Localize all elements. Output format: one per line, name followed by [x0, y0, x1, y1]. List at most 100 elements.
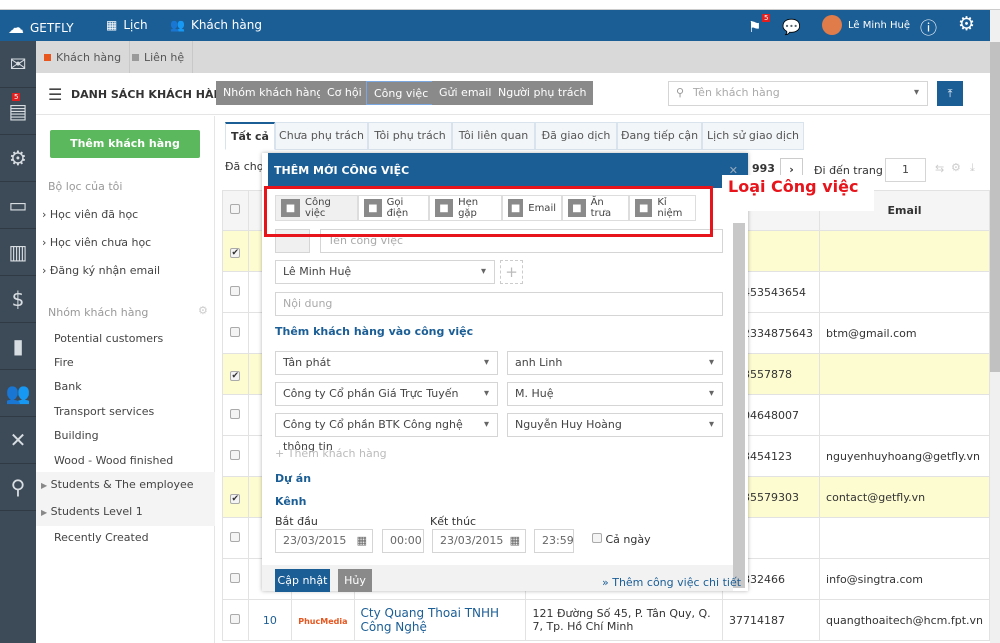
customer-company-select[interactable]: Tân phát: [275, 351, 498, 375]
row-checkbox-cell[interactable]: [222, 558, 249, 600]
modal-scrollbar[interactable]: [733, 223, 745, 588]
rail-search[interactable]: ⚲: [0, 464, 36, 511]
row-checkbox-cell[interactable]: [222, 271, 249, 313]
group-item-expandable[interactable]: ▶ Students & The employee: [41, 478, 220, 491]
tab-approaching[interactable]: Đang tiếp cận: [617, 122, 702, 150]
checkbox[interactable]: [230, 326, 241, 337]
select-all[interactable]: [222, 190, 249, 231]
start-time-input[interactable]: 00:00: [382, 529, 424, 553]
upload-button[interactable]: ⤒: [937, 81, 963, 106]
tab-history[interactable]: Lịch sử giao dịch: [702, 122, 804, 150]
checkbox[interactable]: [592, 533, 602, 543]
start-date-input[interactable]: 23/03/2015 ▦: [275, 529, 373, 553]
checkbox[interactable]: [230, 449, 241, 460]
group-settings-gear-icon[interactable]: ⚙: [198, 304, 208, 317]
row-checkbox-cell[interactable]: [222, 435, 249, 477]
calendar-icon[interactable]: ▦: [510, 530, 520, 552]
customer-contact-select[interactable]: anh Linh: [507, 351, 723, 375]
scrollbar-thumb[interactable]: [990, 42, 1000, 372]
gear-icon[interactable]: ⚙: [951, 161, 961, 174]
update-button[interactable]: Cập nhật: [275, 569, 330, 592]
channel-label[interactable]: Kênh: [275, 495, 306, 508]
content-input[interactable]: Nội dung: [275, 292, 723, 316]
customer-company-select[interactable]: Công ty Cổ phần BTK Công nghệ thông tin: [275, 413, 498, 453]
customer-name[interactable]: Cty Quang Thoai TNHH Công Nghệ: [353, 599, 527, 641]
nav-customers[interactable]: 👥 Khách hàng: [170, 18, 262, 32]
add-assignee-button[interactable]: +: [500, 260, 523, 284]
flag-button[interactable]: ⚑ 5: [748, 14, 771, 36]
group-item[interactable]: Wood - Wood finished: [54, 454, 233, 467]
logo[interactable]: ☁ GETFLY: [8, 18, 74, 37]
tab-related[interactable]: Tôi liên quan: [452, 122, 535, 150]
customer-company-select[interactable]: Công ty Cổ phần Giá Trực Tuyến: [275, 382, 498, 406]
project-label[interactable]: Dự án: [275, 472, 311, 485]
row-checkbox-cell[interactable]: [222, 517, 249, 559]
chat-button[interactable]: 💬: [782, 18, 801, 36]
page-scrollbar[interactable]: [990, 10, 1000, 643]
rail-news[interactable]: ▥: [0, 229, 36, 276]
subtab-contacts[interactable]: Liên hệ: [124, 41, 194, 73]
rail-library[interactable]: ▮: [0, 323, 36, 370]
group-item[interactable]: Potential customers: [54, 332, 233, 345]
row-checkbox-cell[interactable]: [222, 394, 249, 436]
rail-mail[interactable]: ✉: [0, 41, 36, 88]
filter-item[interactable]: › Đăng ký nhận email: [42, 264, 221, 277]
row-checkbox-cell[interactable]: ✔: [222, 476, 249, 518]
settings-button[interactable]: ⚙: [958, 13, 975, 35]
table-row[interactable]: 10 PhucMedia Cty Quang Thoai TNHH Công N…: [222, 599, 990, 641]
customer-contact-select[interactable]: M. Huệ: [507, 382, 723, 406]
cancel-button[interactable]: Hủy: [338, 569, 372, 592]
end-date-input[interactable]: 23/03/2015 ▦: [432, 529, 526, 553]
add-customer-link[interactable]: + Thêm khách hàng: [275, 447, 387, 460]
rail-sales[interactable]: $: [0, 276, 36, 323]
assignee-select[interactable]: Lê Minh Huệ: [275, 260, 495, 284]
group-item[interactable]: Transport services: [54, 405, 233, 418]
all-day-checkbox[interactable]: Cả ngày: [592, 533, 651, 546]
customer-contact-select[interactable]: Nguyễn Huy Hoàng: [507, 413, 723, 437]
customer-search-input[interactable]: ⚲ Tên khách hàng: [668, 81, 928, 106]
menu-icon[interactable]: ☰: [48, 85, 62, 104]
rail-tasks[interactable]: ▤ 5: [0, 88, 36, 135]
row-checkbox-cell[interactable]: ✔: [222, 353, 249, 395]
group-item-expandable[interactable]: ▶ Students Level 1: [41, 505, 220, 518]
tab-unassigned[interactable]: Chưa phụ trách: [275, 122, 368, 150]
task-detail-link[interactable]: » Thêm công việc chi tiết: [602, 576, 741, 589]
filter-item[interactable]: › Học viên đã học: [42, 208, 221, 221]
end-time-input[interactable]: 23:59: [534, 529, 574, 553]
filter-item[interactable]: › Học viên chưa học: [42, 236, 221, 249]
download-icon[interactable]: ⤓: [970, 161, 975, 175]
tab-traded[interactable]: Đã giao dịch: [535, 122, 617, 150]
group-item[interactable]: Building: [54, 429, 233, 442]
row-checkbox-cell[interactable]: ✔: [222, 230, 249, 272]
rail-users[interactable]: 👥: [0, 370, 36, 417]
page-input[interactable]: 1: [885, 158, 926, 182]
checkbox[interactable]: [230, 285, 241, 296]
rail-network[interactable]: ⚙: [0, 135, 36, 182]
checkbox[interactable]: ✔: [230, 247, 241, 258]
calendar-icon[interactable]: ▦: [357, 530, 367, 552]
add-customer-button[interactable]: Thêm khách hàng: [50, 130, 200, 158]
checkbox[interactable]: [230, 613, 241, 624]
checkbox[interactable]: [230, 204, 241, 214]
subtab-customers[interactable]: Khách hàng: [36, 41, 131, 73]
assignee-button[interactable]: Người phụ trách: [491, 81, 594, 105]
help-button[interactable]: ⓘ: [920, 14, 937, 39]
checkbox[interactable]: ✔: [230, 370, 241, 381]
swap-icon[interactable]: ⇆: [935, 162, 944, 175]
task-button[interactable]: Công việc: [366, 81, 437, 105]
group-item[interactable]: Bank: [54, 380, 233, 393]
nav-calendar[interactable]: ▦ Lịch: [106, 18, 148, 32]
checkbox[interactable]: ✔: [230, 493, 241, 504]
rail-share[interactable]: ✕: [0, 417, 36, 464]
row-checkbox-cell[interactable]: [222, 312, 249, 354]
rail-presentation[interactable]: ▭: [0, 182, 36, 229]
send-email-button[interactable]: Gửi email: [432, 81, 499, 105]
opportunity-button[interactable]: Cơ hội: [320, 81, 369, 105]
user-menu[interactable]: Lê Minh Huệ: [822, 15, 910, 35]
checkbox[interactable]: [230, 572, 241, 583]
customer-group-button[interactable]: Nhóm khách hàng: [216, 81, 331, 105]
tab-mine[interactable]: Tôi phụ trách: [368, 122, 452, 150]
group-item[interactable]: Recently Created: [54, 531, 233, 544]
row-checkbox-cell[interactable]: [222, 599, 249, 641]
group-item[interactable]: Fire: [54, 356, 233, 369]
